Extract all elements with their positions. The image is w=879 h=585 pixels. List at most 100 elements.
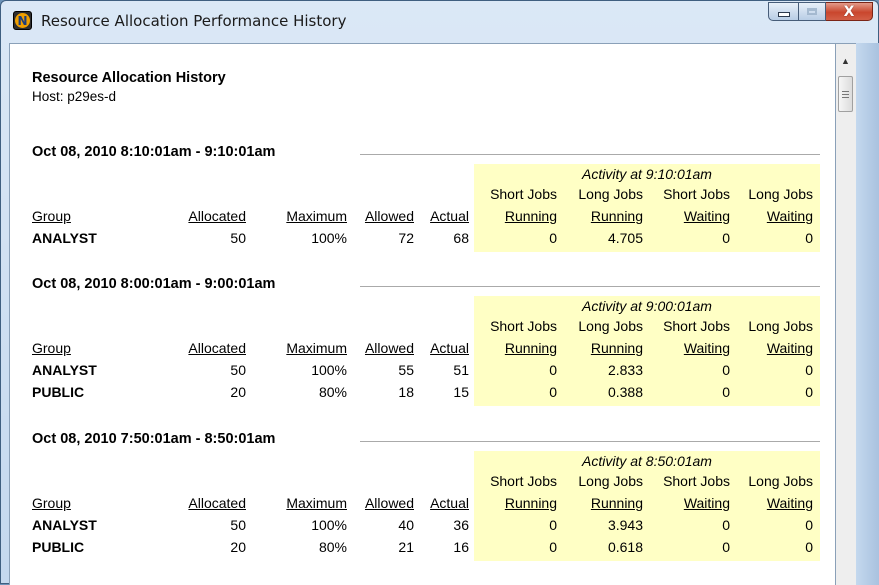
title-bar[interactable]: N Resource Allocation Performance Histor…	[1, 1, 878, 43]
column-header-actual: Actual	[430, 340, 469, 356]
cell-maximum: 80%	[318, 384, 347, 400]
vertical-scrollbar[interactable]: ▲	[836, 43, 856, 585]
app-icon[interactable]: N	[13, 11, 32, 30]
cell-long-running: 0.388	[607, 384, 643, 400]
cell-group: PUBLIC	[32, 384, 85, 400]
activity-label: Activity at 9:10:01am	[582, 166, 712, 182]
cell-actual: 15	[453, 384, 469, 400]
column-header-actual: Actual	[430, 495, 469, 511]
column-group-label: Short Jobs	[490, 186, 557, 202]
window-title: Resource Allocation Performance History	[41, 12, 347, 30]
column-header-long-running: Running	[590, 208, 643, 224]
cell-long-running: 2.833	[607, 362, 643, 378]
cell-long-running: 0.618	[607, 539, 643, 555]
cell-short-waiting: 0	[722, 517, 730, 533]
cell-allocated: 50	[230, 230, 246, 246]
cell-maximum: 100%	[311, 230, 347, 246]
cell-allocated: 50	[230, 362, 246, 378]
column-header-allocated: Allocated	[188, 495, 246, 511]
column-header-maximum: Maximum	[286, 340, 347, 356]
close-icon: X	[843, 3, 855, 20]
column-header-short-running: Running	[504, 340, 557, 356]
cell-long-running: 4.705	[607, 230, 643, 246]
column-group-label: Long Jobs	[748, 473, 813, 489]
column-group-label: Short Jobs	[490, 473, 557, 489]
cell-long-waiting: 0	[805, 230, 813, 246]
section-divider	[360, 286, 820, 287]
app-window: N Resource Allocation Performance Histor…	[0, 0, 879, 585]
window-frame-right	[856, 43, 879, 585]
cell-short-running: 0	[549, 517, 557, 533]
column-group-label: Long Jobs	[748, 186, 813, 202]
column-header-short-waiting: Waiting	[683, 495, 730, 511]
column-group-label: Short Jobs	[663, 186, 730, 202]
column-header-long-waiting: Waiting	[766, 208, 813, 224]
column-header-group: Group	[32, 340, 71, 356]
caption-buttons: X	[768, 2, 873, 21]
cell-long-waiting: 0	[805, 362, 813, 378]
column-header-long-waiting: Waiting	[766, 340, 813, 356]
column-header-short-running: Running	[504, 495, 557, 511]
scroll-up-arrow-icon[interactable]: ▲	[836, 54, 855, 68]
cell-short-running: 0	[549, 384, 557, 400]
column-header-short-waiting: Waiting	[683, 340, 730, 356]
cell-short-waiting: 0	[722, 384, 730, 400]
cell-allowed: 40	[398, 517, 414, 533]
column-header-allowed: Allowed	[364, 208, 414, 224]
cell-short-running: 0	[549, 539, 557, 555]
cell-maximum: 100%	[311, 362, 347, 378]
cell-allocated: 20	[230, 539, 246, 555]
period-heading: Oct 08, 2010 7:50:01am - 8:50:01am	[32, 431, 276, 447]
section-divider	[360, 154, 820, 155]
period-section: Oct 08, 2010 7:50:01am - 8:50:01am Activi…	[10, 431, 835, 571]
cell-allowed: 21	[398, 539, 414, 555]
column-header-allowed: Allowed	[364, 340, 414, 356]
column-header-maximum: Maximum	[286, 208, 347, 224]
column-group-label: Long Jobs	[578, 318, 643, 334]
cell-group: ANALYST	[32, 517, 97, 533]
cell-short-waiting: 0	[722, 230, 730, 246]
maximize-button[interactable]	[799, 2, 826, 21]
column-header-short-running: Running	[504, 208, 557, 224]
cell-short-waiting: 0	[722, 539, 730, 555]
close-button[interactable]: X	[826, 2, 873, 21]
activity-label: Activity at 9:00:01am	[582, 298, 712, 314]
scroll-grip-icon	[842, 90, 849, 98]
section-divider	[360, 441, 820, 442]
column-header-long-waiting: Waiting	[766, 495, 813, 511]
app-icon-letter: N	[15, 13, 30, 28]
report-host: Host: p29es-d	[32, 89, 117, 104]
period-section: Oct 08, 2010 8:00:01am - 9:00:01am Activi…	[10, 276, 835, 416]
minimize-button[interactable]	[768, 2, 799, 21]
column-group-label: Long Jobs	[578, 473, 643, 489]
cell-long-waiting: 0	[805, 539, 813, 555]
cell-allocated: 50	[230, 517, 246, 533]
period-section: Oct 08, 2010 8:10:01am - 9:10:01am Activi…	[10, 144, 835, 284]
cell-allowed: 55	[398, 362, 414, 378]
column-header-long-running: Running	[590, 340, 643, 356]
column-header-maximum: Maximum	[286, 495, 347, 511]
cell-actual: 68	[453, 230, 469, 246]
maximize-icon	[807, 8, 817, 15]
column-group-label: Short Jobs	[663, 318, 730, 334]
period-heading: Oct 08, 2010 8:00:01am - 9:00:01am	[32, 276, 276, 292]
cell-allocated: 20	[230, 384, 246, 400]
cell-short-running: 0	[549, 362, 557, 378]
cell-maximum: 80%	[318, 539, 347, 555]
cell-long-waiting: 0	[805, 384, 813, 400]
cell-actual: 16	[453, 539, 469, 555]
cell-maximum: 100%	[311, 517, 347, 533]
column-header-group: Group	[32, 495, 71, 511]
scroll-thumb[interactable]	[838, 76, 853, 112]
period-heading: Oct 08, 2010 8:10:01am - 9:10:01am	[32, 144, 276, 160]
cell-group: PUBLIC	[32, 539, 85, 555]
cell-group: ANALYST	[32, 362, 97, 378]
cell-allowed: 72	[398, 230, 414, 246]
column-group-label: Long Jobs	[578, 186, 643, 202]
column-header-allocated: Allocated	[188, 208, 246, 224]
cell-actual: 36	[453, 517, 469, 533]
column-group-label: Short Jobs	[490, 318, 557, 334]
cell-long-waiting: 0	[805, 517, 813, 533]
minimize-icon	[777, 12, 790, 17]
column-header-allowed: Allowed	[364, 495, 414, 511]
